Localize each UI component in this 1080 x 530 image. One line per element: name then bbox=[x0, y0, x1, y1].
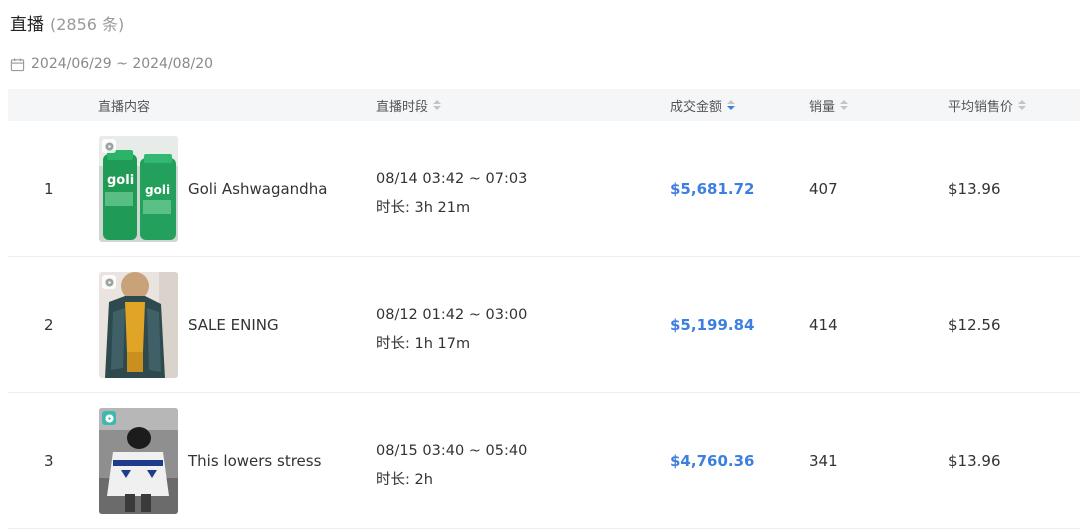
date-range-picker[interactable]: 2024/06/29 ~ 2024/08/20 bbox=[10, 56, 213, 72]
table-row[interactable]: 2 SALE ENING 08/12 01:42 ~ 03:00 时长: 1h … bbox=[8, 257, 1080, 393]
play-icon bbox=[102, 411, 116, 425]
period-duration: 时长: 3h 21m bbox=[376, 200, 471, 216]
sort-desc-icon[interactable] bbox=[727, 99, 736, 111]
live-stream-name[interactable]: Goli Ashwagandha bbox=[188, 121, 327, 257]
table-header: 直播内容 直播时段 成交金额 销量 平均销售价 bbox=[8, 89, 1080, 121]
rank-number: 2 bbox=[44, 316, 54, 334]
live-stream-name[interactable]: SALE ENING bbox=[188, 257, 279, 393]
column-header-content: 直播内容 bbox=[98, 89, 150, 121]
page-header: 直播 (2856 条) bbox=[10, 10, 124, 35]
page-title: 直播 bbox=[10, 15, 44, 35]
clothing-model-thumbnail[interactable] bbox=[99, 272, 178, 378]
sales-value: 414 bbox=[809, 316, 838, 334]
date-range-text: 2024/06/29 ~ 2024/08/20 bbox=[31, 56, 214, 72]
avg-price-value: $13.96 bbox=[948, 180, 1001, 198]
column-label: 平均销售价 bbox=[948, 99, 1014, 115]
avg-price-value: $13.96 bbox=[948, 452, 1001, 470]
live-stream-table: 直播内容 直播时段 成交金额 销量 平均销售价 1 goli goli Goli… bbox=[8, 89, 1080, 529]
gmv-value: $4,760.36 bbox=[670, 452, 755, 470]
sort-icon[interactable] bbox=[1018, 99, 1027, 111]
gmv-value: $5,199.84 bbox=[670, 316, 755, 334]
column-label: 销量 bbox=[809, 99, 836, 115]
play-icon bbox=[102, 275, 116, 289]
svg-text:goli: goli bbox=[107, 173, 134, 188]
column-label: 直播内容 bbox=[98, 99, 151, 115]
table-row[interactable]: 3 This lowers stress 08/15 03:40 ~ 05:40… bbox=[8, 393, 1080, 529]
avg-price-value: $12.56 bbox=[948, 316, 1001, 334]
column-header-period[interactable]: 直播时段 bbox=[376, 89, 442, 121]
column-label: 直播时段 bbox=[376, 99, 429, 115]
sales-value: 341 bbox=[809, 452, 838, 470]
period-duration: 时长: 1h 17m bbox=[376, 336, 471, 352]
column-header-gmv[interactable]: 成交金额 bbox=[670, 89, 736, 121]
column-header-sales[interactable]: 销量 bbox=[809, 89, 849, 121]
period-time: 08/15 03:40 ~ 05:40 bbox=[376, 443, 528, 459]
green-supplement-bottles-thumbnail[interactable]: goli goli bbox=[99, 136, 178, 242]
rank-number: 1 bbox=[44, 180, 54, 198]
live-stream-name[interactable]: This lowers stress bbox=[188, 393, 321, 529]
rank-number: 3 bbox=[44, 452, 54, 470]
live-period: 08/14 03:42 ~ 07:03 时长: 3h 21m bbox=[376, 165, 527, 223]
calendar-icon bbox=[10, 57, 25, 71]
live-period: 08/12 01:42 ~ 03:00 时长: 1h 17m bbox=[376, 301, 527, 359]
period-time: 08/12 01:42 ~ 03:00 bbox=[376, 307, 528, 323]
column-label: 成交金额 bbox=[670, 99, 723, 115]
table-row[interactable]: 1 goli goli Goli Ashwagandha 08/14 03:42… bbox=[8, 121, 1080, 257]
sort-icon[interactable] bbox=[433, 99, 442, 111]
period-time: 08/14 03:42 ~ 07:03 bbox=[376, 171, 528, 187]
gmv-value: $5,681.72 bbox=[670, 180, 755, 198]
live-period: 08/15 03:40 ~ 05:40 时长: 2h bbox=[376, 437, 527, 495]
result-count: (2856 条) bbox=[50, 15, 125, 34]
column-header-avg-price[interactable]: 平均销售价 bbox=[948, 89, 1027, 121]
sales-value: 407 bbox=[809, 180, 838, 198]
play-icon bbox=[102, 139, 116, 153]
sort-icon[interactable] bbox=[840, 99, 849, 111]
svg-text:goli: goli bbox=[145, 183, 170, 197]
period-duration: 时长: 2h bbox=[376, 472, 433, 488]
person-in-jersey-thumbnail[interactable] bbox=[99, 408, 178, 514]
